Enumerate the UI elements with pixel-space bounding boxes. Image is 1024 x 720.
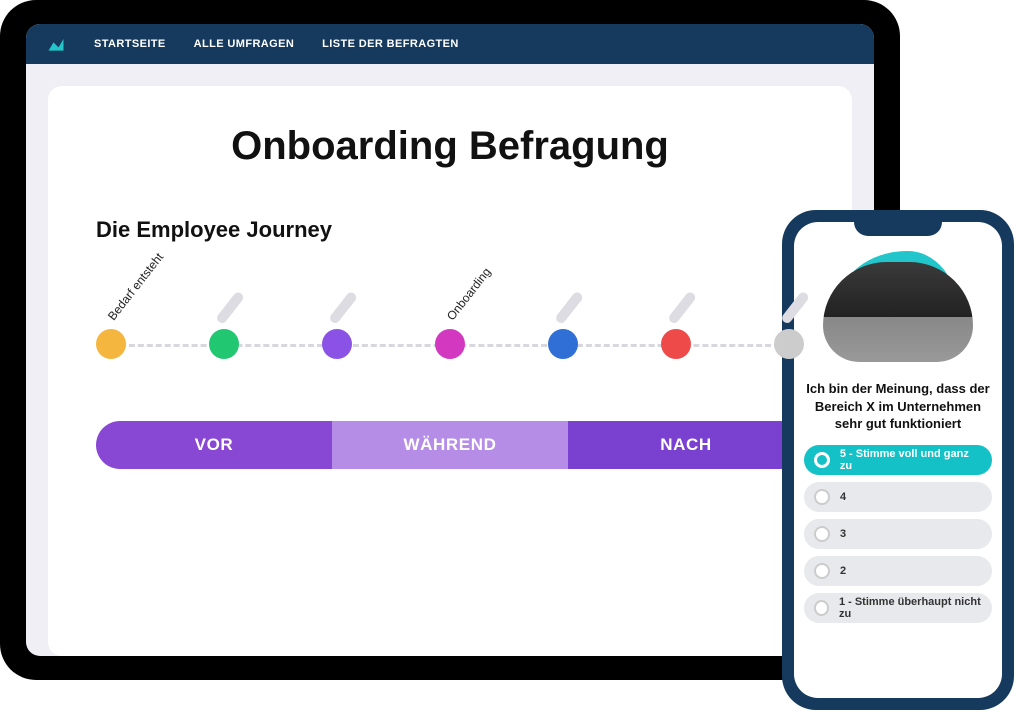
page-title: Onboarding Befragung [96, 124, 804, 169]
survey-option-label: 3 [840, 528, 846, 540]
survey-option-label: 1 - Stimme überhaupt nicht zu [839, 596, 982, 620]
tablet-frame: STARTSEITE ALLE UMFRAGEN LISTE DER BEFRA… [0, 0, 900, 680]
survey-option-4[interactable]: 1 - Stimme überhaupt nicht zu [804, 593, 992, 623]
journey-node-tick [667, 290, 697, 325]
journey-node-label: Bedarf entsteht [105, 250, 166, 323]
journey-node-label: Onboarding [444, 265, 494, 323]
journey-node-4[interactable] [548, 329, 578, 359]
nav-all-surveys[interactable]: ALLE UMFRAGEN [194, 38, 295, 50]
nav-respondents[interactable]: LISTE DER BEFRAGTEN [322, 38, 459, 50]
phone-notch [854, 218, 942, 236]
journey-node-3[interactable]: Onboarding [435, 329, 465, 359]
content-card: Onboarding Befragung Die Employee Journe… [48, 86, 852, 656]
survey-option-0[interactable]: 5 - Stimme voll und ganz zu [804, 445, 992, 475]
radio-icon [814, 489, 830, 505]
survey-question: Ich bin der Meinung, dass der Bereich X … [804, 380, 992, 433]
radio-icon [814, 526, 830, 542]
phase-waehrend[interactable]: WÄHREND [332, 421, 568, 469]
journey-node-tick [328, 290, 358, 325]
journey-node-1[interactable] [209, 329, 239, 359]
hero-people [823, 262, 973, 362]
journey-node-tick [215, 290, 245, 325]
phone-screen: Ich bin der Meinung, dass der Bereich X … [794, 222, 1002, 698]
journey-node-0[interactable]: Bedarf entsteht [96, 329, 126, 359]
phase-bar: VOR WÄHREND NACH [96, 421, 804, 469]
journey-node-6[interactable] [774, 329, 804, 359]
top-navbar: STARTSEITE ALLE UMFRAGEN LISTE DER BEFRA… [26, 24, 874, 64]
section-title: Die Employee Journey [96, 217, 804, 243]
journey-node-tick [554, 290, 584, 325]
tablet-screen: STARTSEITE ALLE UMFRAGEN LISTE DER BEFRA… [26, 24, 874, 656]
journey-node-5[interactable] [661, 329, 691, 359]
survey-option-1[interactable]: 4 [804, 482, 992, 512]
phone-frame: Ich bin der Meinung, dass der Bereich X … [782, 210, 1014, 710]
radio-icon [814, 452, 830, 468]
radio-icon [814, 600, 829, 616]
survey-option-label: 2 [840, 565, 846, 577]
phase-nach[interactable]: NACH [568, 421, 804, 469]
survey-option-2[interactable]: 3 [804, 519, 992, 549]
survey-hero-image [818, 246, 978, 366]
survey-option-label: 5 - Stimme voll und ganz zu [840, 448, 982, 472]
nav-home[interactable]: STARTSEITE [94, 38, 166, 50]
logo-icon [46, 34, 66, 54]
radio-icon [814, 563, 830, 579]
survey-options: 5 - Stimme voll und ganz zu 4 3 2 1 - Stimme… [804, 445, 992, 623]
journey-timeline: Bedarf entsteht Onboarding [96, 289, 804, 399]
survey-option-3[interactable]: 2 [804, 556, 992, 586]
phase-vor[interactable]: VOR [96, 421, 332, 469]
journey-node-2[interactable] [322, 329, 352, 359]
survey-option-label: 4 [840, 491, 846, 503]
